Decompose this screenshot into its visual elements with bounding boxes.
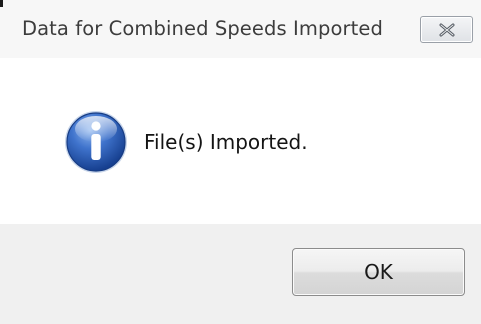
close-icon: [439, 23, 455, 37]
info-icon: [65, 111, 127, 173]
window-corner: [0, 0, 3, 7]
title-bar[interactable]: Data for Combined Speeds Imported: [0, 0, 481, 58]
close-button[interactable]: [420, 16, 473, 43]
dialog-message: File(s) Imported.: [144, 130, 308, 154]
window-title: Data for Combined Speeds Imported: [22, 17, 383, 40]
ok-button[interactable]: OK: [292, 248, 465, 296]
message-dialog: Data for Combined Speeds Imported File(s…: [0, 0, 481, 324]
